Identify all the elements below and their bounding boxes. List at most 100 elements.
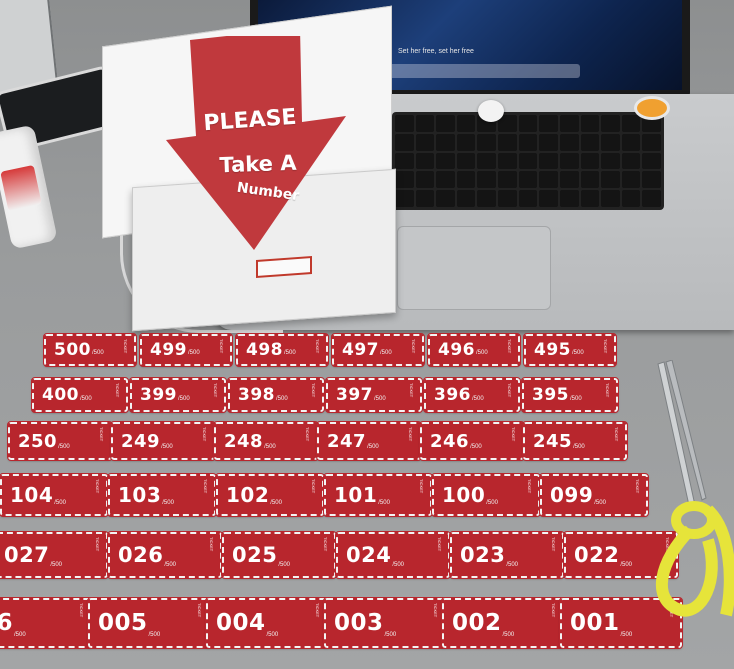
box-arrow-icon	[166, 36, 346, 250]
ticket-number: 002	[452, 610, 502, 636]
ticket: 104/500 TICKET	[0, 473, 109, 517]
ticket-number: 395	[532, 385, 569, 405]
keyboard-key	[456, 152, 476, 170]
ticket: 023/500 TICKET	[449, 531, 565, 579]
keyboard-key	[642, 133, 661, 151]
ticket: 250/500 TICKET	[7, 421, 113, 461]
ticket-sublabel: /500	[284, 350, 296, 356]
keyboard-key	[395, 190, 414, 207]
laptop-dock	[380, 64, 580, 78]
ticket-sublabel: /500	[278, 562, 291, 568]
keyboard-key	[477, 152, 497, 170]
ticket-number: 245	[533, 430, 573, 452]
ticket-number: 496	[438, 340, 475, 360]
ticket-number: 500	[54, 340, 91, 360]
ticket-sublabel: /500	[594, 500, 606, 506]
ticket: 245/500 TICKET	[522, 421, 628, 461]
ticket-side-label: TICKET	[95, 479, 100, 494]
ticket-number: 398	[238, 385, 275, 405]
ticket: 497/500 TICKET	[331, 333, 425, 367]
ticket: 026/500 TICKET	[107, 531, 223, 579]
ticket: 246/500 TICKET	[419, 421, 525, 461]
laptop-sticker	[634, 96, 670, 120]
ticket-side-label: TICKET	[315, 339, 320, 354]
keyboard-key	[580, 171, 600, 189]
ticket: 002/500 TICKET	[441, 597, 565, 649]
ticket-side-label: TICKET	[419, 479, 424, 494]
ticket: 025/500 TICKET	[221, 531, 337, 579]
keyboard-key	[621, 190, 641, 207]
ticket-sublabel: /500	[188, 350, 200, 356]
ticket-number: 103	[118, 483, 162, 507]
ticket: 099/500 TICKET	[539, 473, 649, 517]
keyboard-key	[436, 171, 455, 189]
keyboard-key	[601, 171, 620, 189]
keyboard-key	[642, 171, 661, 189]
ticket-sublabel: /500	[384, 632, 397, 638]
ticket-sublabel: /500	[570, 396, 582, 402]
ticket-number: 101	[334, 483, 378, 507]
keyboard-key	[601, 133, 620, 151]
ticket-side-label: TICKET	[614, 427, 619, 442]
ticket-side-label: TICKET	[115, 383, 120, 398]
ticket-sublabel: /500	[502, 632, 515, 638]
ticket-number: 397	[336, 385, 373, 405]
ticket-side-label: TICKET	[197, 603, 202, 618]
keyboard-key	[642, 152, 661, 170]
ticket-sublabel: /500	[54, 500, 66, 506]
ticket: 024/500 TICKET	[335, 531, 451, 579]
ticket-number: 498	[246, 340, 283, 360]
ticket: 400/500 TICKET	[31, 377, 129, 413]
ticket-sublabel: /500	[266, 632, 279, 638]
keyboard-key	[621, 133, 641, 151]
keyboard-key	[621, 115, 641, 132]
ticket-number: 023	[460, 543, 506, 567]
ticket-sublabel: /500	[276, 396, 288, 402]
ticket-side-label: TICKET	[507, 383, 512, 398]
ticket-side-label: TICKET	[123, 339, 128, 354]
ticket-side-label: TICKET	[79, 603, 84, 618]
keyboard-key	[539, 133, 558, 151]
ticket-sublabel: /500	[80, 396, 92, 402]
ticket-sublabel: /500	[470, 444, 482, 450]
ticket-sublabel: /500	[161, 444, 173, 450]
ticket-number: 247	[327, 430, 367, 452]
keyboard-key	[456, 133, 476, 151]
ticket-number: 495	[534, 340, 571, 360]
ticket-number: 022	[574, 543, 620, 567]
laptop-keyboard	[392, 112, 664, 210]
keyboard-key	[415, 171, 435, 189]
keyboard-key	[395, 115, 414, 132]
ticket: 06/500 TICKET	[0, 597, 93, 649]
keyboard-key	[415, 133, 435, 151]
ticket: 103/500 TICKET	[107, 473, 217, 517]
ticket: 499/500 TICKET	[139, 333, 233, 367]
ticket-sublabel: /500	[367, 444, 379, 450]
ticket: 496/500 TICKET	[427, 333, 521, 367]
ticket: 100/500 TICKET	[431, 473, 541, 517]
ticket: 003/500 TICKET	[323, 597, 447, 649]
keyboard-key	[498, 171, 517, 189]
ticket-sublabel: /500	[374, 396, 386, 402]
ticket: 027/500 TICKET	[0, 531, 109, 579]
keyboard-key	[559, 171, 579, 189]
ticket-side-label: TICKET	[511, 427, 516, 442]
ticket-grid: 500/500 TICKET 499/500 TICKET 498/500 TICKET 4…	[0, 330, 734, 669]
ticket-side-label: TICKET	[408, 427, 413, 442]
ticket: 102/500 TICKET	[215, 473, 325, 517]
ticket-side-label: TICKET	[635, 479, 640, 494]
keyboard-key	[518, 133, 538, 151]
keyboard-key	[539, 115, 558, 132]
ticket-number: 497	[342, 340, 379, 360]
laptop-trackpad	[397, 226, 551, 310]
ticket-number: 004	[216, 610, 266, 636]
keyboard-key	[436, 133, 455, 151]
keyboard-key	[601, 115, 620, 132]
ticket-number: 399	[140, 385, 177, 405]
ticket: 396/500 TICKET	[423, 377, 521, 413]
ticket-sublabel: /500	[50, 562, 63, 568]
ticket-sublabel: /500	[380, 350, 392, 356]
ticket-number: 099	[550, 483, 594, 507]
keyboard-key	[498, 190, 517, 207]
ticket-side-label: TICKET	[323, 537, 328, 552]
